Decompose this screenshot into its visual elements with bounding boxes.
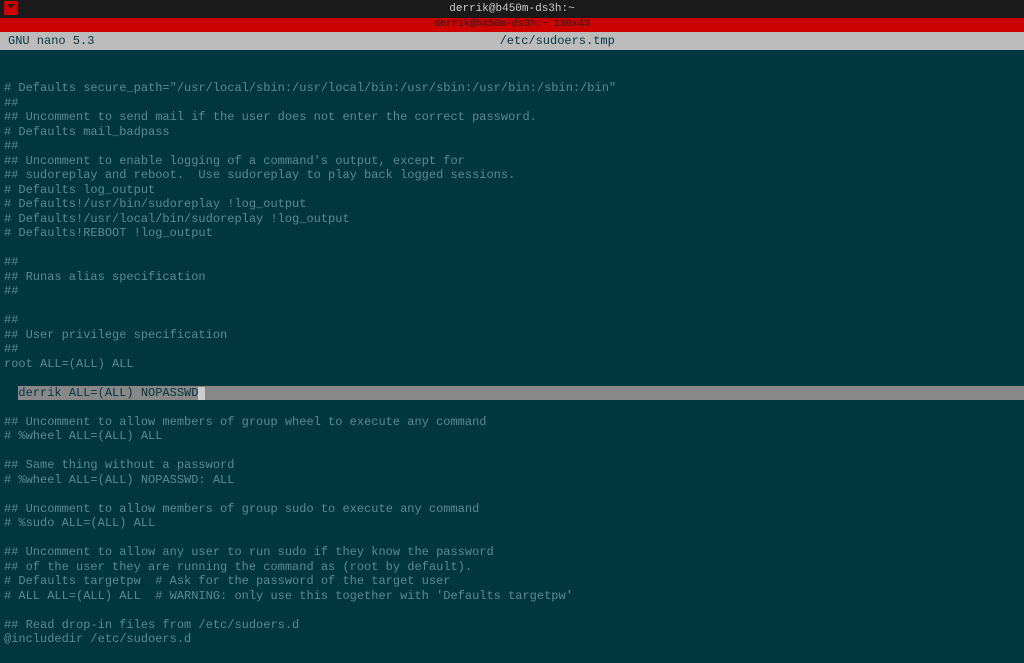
- app-logo-icon: [4, 1, 18, 15]
- editor-line[interactable]: # %wheel ALL=(ALL) ALL: [4, 429, 1020, 444]
- nano-filename: /etc/sudoers.tmp: [94, 32, 1020, 50]
- terminal-session-bar: derrik@b450m-ds3h:~ 190x43: [0, 18, 1024, 32]
- editor-line[interactable]: ##: [4, 284, 1020, 299]
- editor-line[interactable]: # Defaults mail_badpass: [4, 125, 1020, 140]
- editor-line[interactable]: [4, 487, 1020, 502]
- editor-line[interactable]: # Defaults!REBOOT !log_output: [4, 226, 1020, 241]
- editor-line[interactable]: ## Runas alias specification: [4, 270, 1020, 285]
- editor-line[interactable]: ##: [4, 313, 1020, 328]
- editor-line[interactable]: # %wheel ALL=(ALL) NOPASSWD: ALL: [4, 473, 1020, 488]
- highlighted-text: derrik ALL=(ALL) NOPASSWD: [18, 386, 198, 400]
- editor-line[interactable]: ## Read drop-in files from /etc/sudoers.…: [4, 618, 1020, 633]
- editor-line[interactable]: root ALL=(ALL) ALL: [4, 357, 1020, 372]
- editor-line[interactable]: # Defaults!/usr/bin/sudoreplay !log_outp…: [4, 197, 1020, 212]
- editor-highlighted-line[interactable]: derrik ALL=(ALL) NOPASSWD: [18, 386, 1024, 401]
- editor-line[interactable]: ## Uncomment to allow any user to run su…: [4, 545, 1020, 560]
- nano-app-label: GNU nano 5.3: [4, 32, 94, 50]
- editor-line[interactable]: ## Same thing without a password: [4, 458, 1020, 473]
- window-titlebar: derrik@b450m-ds3h:~: [0, 0, 1024, 18]
- editor-line[interactable]: ## of the user they are running the comm…: [4, 560, 1020, 575]
- window-title: derrik@b450m-ds3h:~: [449, 3, 574, 15]
- editor-line[interactable]: ##: [4, 342, 1020, 357]
- editor-line[interactable]: # Defaults!/usr/local/bin/sudoreplay !lo…: [4, 212, 1020, 227]
- session-text: derrik@b450m-ds3h:~ 190x43: [434, 19, 590, 30]
- editor-content[interactable]: # Defaults secure_path="/usr/local/sbin:…: [0, 50, 1024, 663]
- editor-line[interactable]: @includedir /etc/sudoers.d: [4, 632, 1020, 647]
- editor-line[interactable]: [4, 531, 1020, 546]
- editor-line[interactable]: ## Uncomment to allow members of group s…: [4, 502, 1020, 517]
- editor-line[interactable]: ##: [4, 255, 1020, 270]
- editor-line[interactable]: # Defaults secure_path="/usr/local/sbin:…: [4, 81, 1020, 96]
- editor-line[interactable]: [4, 444, 1020, 459]
- editor-line[interactable]: ## Uncomment to enable logging of a comm…: [4, 154, 1020, 169]
- cursor-icon: [198, 387, 205, 400]
- editor-line[interactable]: [4, 603, 1020, 618]
- editor-line[interactable]: [4, 241, 1020, 256]
- editor-line[interactable]: ## sudoreplay and reboot. Use sudoreplay…: [4, 168, 1020, 183]
- editor-line[interactable]: ## Uncomment to allow members of group w…: [4, 415, 1020, 430]
- nano-statusbar: GNU nano 5.3 /etc/sudoers.tmp: [0, 32, 1024, 50]
- editor-line[interactable]: # Defaults targetpw # Ask for the passwo…: [4, 574, 1020, 589]
- editor-line[interactable]: ## User privilege specification: [4, 328, 1020, 343]
- editor-line[interactable]: ##: [4, 96, 1020, 111]
- editor-line[interactable]: ##: [4, 139, 1020, 154]
- editor-line[interactable]: [4, 299, 1020, 314]
- editor-line[interactable]: # Defaults log_output: [4, 183, 1020, 198]
- editor-line[interactable]: # %sudo ALL=(ALL) ALL: [4, 516, 1020, 531]
- editor-line[interactable]: ## Uncomment to send mail if the user do…: [4, 110, 1020, 125]
